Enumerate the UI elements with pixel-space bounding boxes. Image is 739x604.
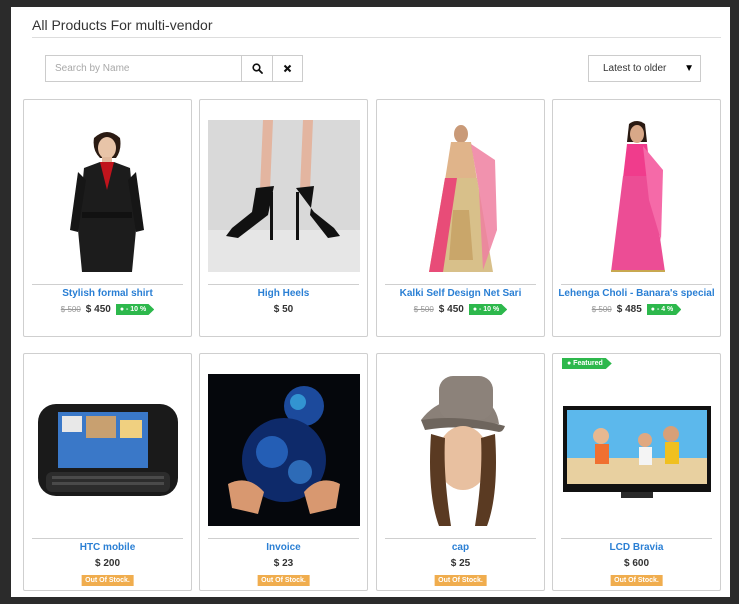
- price-row: $ 600: [553, 558, 720, 569]
- card-divider: [385, 284, 536, 285]
- product-name[interactable]: LCD Bravia: [553, 542, 720, 553]
- sort-select[interactable]: Latest to older ▼: [588, 55, 701, 82]
- card-divider: [385, 538, 536, 539]
- search-bar: [45, 55, 303, 82]
- card-divider: [32, 284, 183, 285]
- product-card[interactable]: cap $ 25 Out Of Stock.: [376, 353, 545, 591]
- price: $ 485: [616, 304, 642, 315]
- product-name[interactable]: cap: [377, 542, 544, 553]
- product-image-lcd-bravia[interactable]: [561, 374, 713, 526]
- product-name[interactable]: Invoice: [200, 542, 367, 553]
- old-price: $ 500: [591, 305, 612, 314]
- out-of-stock-badge: Out Of Stock.: [257, 575, 310, 586]
- product-name[interactable]: Stylish formal shirt: [24, 288, 191, 299]
- products-panel: All Products For multi-vendor Latest to …: [11, 7, 730, 597]
- product-card[interactable]: Lehenga Choli - Banara's special $ 500 $…: [552, 99, 721, 337]
- card-divider: [208, 538, 359, 539]
- discount-badge: ● - 4 %: [646, 304, 682, 315]
- product-image-htc-mobile[interactable]: [32, 374, 184, 526]
- product-card[interactable]: High Heels $ 50: [199, 99, 368, 337]
- price: $ 23: [273, 558, 294, 569]
- price: $ 25: [450, 558, 471, 569]
- product-name[interactable]: Lehenga Choli - Banara's special: [553, 288, 720, 299]
- card-divider: [208, 284, 359, 285]
- product-image-cap[interactable]: [385, 374, 537, 526]
- product-image-invoice-globe[interactable]: [208, 374, 360, 526]
- product-card[interactable]: Invoice $ 23 Out Of Stock.: [199, 353, 368, 591]
- discount-badge: ● - 10 %: [115, 304, 155, 315]
- old-price: $ 500: [413, 305, 434, 314]
- product-image-net-sari[interactable]: [385, 120, 537, 272]
- price-row: $ 25: [377, 558, 544, 569]
- product-image-high-heels[interactable]: [208, 120, 360, 272]
- product-card[interactable]: ● Featured LCD Bravia $ 600 Out Of Stock…: [552, 353, 721, 591]
- card-divider: [561, 538, 712, 539]
- out-of-stock-badge: Out Of Stock.: [81, 575, 134, 586]
- product-card[interactable]: Kalki Self Design Net Sari $ 500 $ 450 ●…: [376, 99, 545, 337]
- product-card[interactable]: Stylish formal shirt $ 500 $ 450 ● - 10 …: [23, 99, 192, 337]
- product-name[interactable]: Kalki Self Design Net Sari: [377, 288, 544, 299]
- out-of-stock-badge: Out Of Stock.: [434, 575, 487, 586]
- product-card[interactable]: HTC mobile $ 200 Out Of Stock.: [23, 353, 192, 591]
- price-row: $ 23: [200, 558, 367, 569]
- price: $ 600: [623, 558, 650, 569]
- featured-badge: ● Featured: [562, 358, 612, 369]
- price-row: $ 50: [200, 304, 367, 315]
- discount-badge: ● - 10 %: [468, 304, 508, 315]
- product-image-lehenga-choli[interactable]: [561, 120, 713, 272]
- title-divider: [32, 37, 721, 38]
- sort-select-value: Latest to older: [603, 63, 667, 74]
- old-price: $ 500: [60, 305, 81, 314]
- price-row: $ 500 $ 485 ● - 4 %: [553, 304, 720, 315]
- product-name[interactable]: HTC mobile: [24, 542, 191, 553]
- price-row: $ 500 $ 450 ● - 10 %: [377, 304, 544, 315]
- search-button[interactable]: [242, 56, 273, 81]
- search-input[interactable]: [46, 56, 243, 81]
- price-row: $ 500 $ 450 ● - 10 %: [24, 304, 191, 315]
- card-divider: [561, 284, 712, 285]
- price: $ 450: [85, 304, 111, 315]
- chevron-down-icon: ▼: [684, 63, 694, 74]
- product-image-formal-jacket[interactable]: [32, 120, 184, 272]
- price: $ 50: [273, 304, 294, 315]
- close-icon: [283, 64, 292, 73]
- product-name[interactable]: High Heels: [200, 288, 367, 299]
- card-divider: [32, 538, 183, 539]
- clear-search-button[interactable]: [272, 56, 302, 81]
- price: $ 200: [94, 558, 121, 569]
- price-row: $ 200: [24, 558, 191, 569]
- price: $ 450: [438, 304, 464, 315]
- search-icon: [252, 63, 263, 74]
- out-of-stock-badge: Out Of Stock.: [610, 575, 663, 586]
- page-title: All Products For multi-vendor: [32, 17, 213, 33]
